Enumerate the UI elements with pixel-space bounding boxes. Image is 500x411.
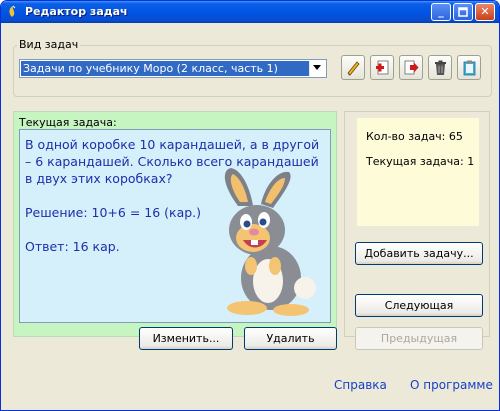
current-task-caption: Текущая задача:: [19, 116, 117, 129]
dropdown-arrow[interactable]: [309, 61, 325, 76]
delete-task-button[interactable]: Удалить: [244, 327, 337, 350]
info-box: Кол-во задач: 65 Текущая задача: 1: [357, 118, 479, 226]
edit-list-button[interactable]: [341, 55, 365, 80]
maximize-button[interactable]: [453, 3, 473, 21]
delete-list-button[interactable]: [428, 55, 452, 80]
edit-task-button[interactable]: Изменить...: [139, 327, 233, 350]
current-task-box: В одной коробке 10 карандашей, а в друго…: [19, 129, 331, 323]
bunny-illustration: [224, 168, 316, 316]
pencil-icon: [347, 61, 360, 76]
task-type-select[interactable]: Задачи по учебнику Моро (2 класс, часть …: [19, 59, 327, 78]
app-icon: [9, 5, 16, 17]
prev-task-button[interactable]: Предыдущая: [355, 327, 483, 350]
export-icon: [404, 60, 419, 75]
minimize-icon: _: [438, 5, 444, 18]
task-type-selected: Задачи по учебнику Моро (2 класс, часть …: [21, 61, 309, 76]
task-editor-window: Редактор задач _ ✕ Вид задач Задачи по у…: [0, 0, 500, 411]
maximize-icon: [458, 7, 468, 17]
trash-icon: [435, 60, 446, 75]
close-icon: ✕: [480, 5, 490, 18]
current-task-panel: Текущая задача: В одной коробке 10 каран…: [13, 111, 337, 337]
add-task-button[interactable]: Добавить задачу...: [355, 242, 483, 265]
clipboard-button[interactable]: [457, 55, 481, 80]
current-task-number: Текущая задача: 1: [366, 155, 475, 168]
next-task-button[interactable]: Следующая: [355, 294, 483, 317]
close-button[interactable]: ✕: [475, 3, 495, 21]
chevron-down-icon: [313, 65, 321, 70]
help-link[interactable]: Справка: [334, 378, 387, 392]
window-title: Редактор задач: [25, 5, 128, 18]
export-button[interactable]: [399, 55, 423, 80]
minimize-button[interactable]: _: [431, 3, 451, 21]
clipboard-icon: [463, 60, 476, 76]
task-count: Кол-во задач: 65: [366, 130, 463, 143]
add-file-button[interactable]: [370, 55, 394, 80]
about-link[interactable]: О программе: [410, 378, 493, 392]
title-bar[interactable]: Редактор задач _ ✕: [1, 1, 499, 23]
task-type-legend: Вид задач: [17, 38, 81, 51]
add-file-icon: [376, 60, 389, 75]
